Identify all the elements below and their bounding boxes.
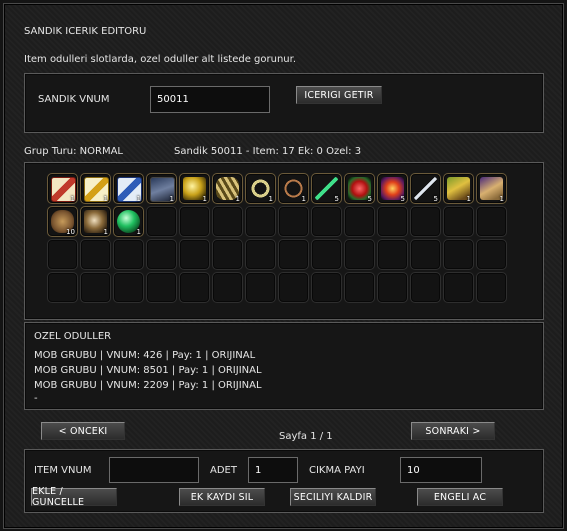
item-count: 1 [499,195,504,203]
item-slot[interactable] [47,272,78,303]
item-slot[interactable]: 1 [179,173,210,204]
chest-summary: Sandik 50011 - Item: 17 Ek: 0 Ozel: 3 [174,146,362,157]
item-slot[interactable] [80,239,111,270]
ozel-line[interactable]: - [34,393,38,404]
vnum-label: SANDIK VNUM [38,94,110,105]
info-text: Item odulleri slotlarda, ozel oduller al… [24,54,296,65]
item-slot[interactable]: 1 [443,173,474,204]
item-slot[interactable]: 1 [113,173,144,204]
item-slot[interactable] [245,239,276,270]
item-slot[interactable] [410,272,441,303]
item-slot[interactable] [278,206,309,237]
item-slot[interactable] [311,206,342,237]
item-count: 1 [70,195,75,203]
item-count: 1 [136,228,141,236]
item-slot[interactable] [443,272,474,303]
item-slot[interactable] [377,206,408,237]
item-slot[interactable]: 5 [344,173,375,204]
item-slot[interactable]: 1 [80,206,111,237]
item-count: 5 [400,195,405,203]
remove-selected-button[interactable]: SECILIYI KALDIR [290,488,376,506]
group-type: Grup Turu: NORMAL [24,146,123,157]
item-slot[interactable] [278,272,309,303]
item-slot-grid: 1 1 1 1 1 1 1 1 5 5 5 5 1 1 10 1 1 [46,172,508,304]
ozel-line[interactable]: MOB GRUBU | VNUM: 2209 | Pay: 1 | ORIJIN… [34,380,262,391]
item-slot[interactable] [443,206,474,237]
item-slot[interactable]: 1 [212,173,243,204]
item-slot[interactable] [311,239,342,270]
item-count: 1 [235,195,240,203]
item-slot[interactable]: 1 [245,173,276,204]
item-slot[interactable] [344,206,375,237]
cikma-input[interactable]: 10 [400,457,482,483]
item-slot[interactable]: 1 [146,173,177,204]
next-page-button[interactable]: SONRAKI > [411,422,495,440]
adet-label: ADET [210,465,237,476]
window-title: SANDIK ICERIK EDITORU [24,26,147,37]
item-slot[interactable]: 5 [410,173,441,204]
item-slot[interactable]: 5 [311,173,342,204]
item-vnum-input[interactable] [109,457,199,483]
item-vnum-label: ITEM VNUM [34,465,92,476]
item-count: 5 [433,195,438,203]
item-slot[interactable] [476,206,507,237]
item-count: 1 [136,195,141,203]
item-slot[interactable] [245,206,276,237]
item-slot[interactable] [212,206,243,237]
item-slot[interactable] [476,272,507,303]
item-slot[interactable] [377,239,408,270]
ozel-line[interactable]: MOB GRUBU | VNUM: 426 | Pay: 1 | ORIJINA… [34,350,255,361]
delete-extra-button[interactable]: EK KAYDI SIL [179,488,265,506]
item-slot[interactable] [113,239,144,270]
item-slot[interactable] [212,239,243,270]
adet-input[interactable]: 1 [248,457,298,483]
item-slot[interactable]: 10 [47,206,78,237]
item-slot[interactable] [377,272,408,303]
ozel-line[interactable]: MOB GRUBU | VNUM: 8501 | Pay: 1 | ORIJIN… [34,365,262,376]
item-slot[interactable] [212,272,243,303]
item-slot[interactable] [311,272,342,303]
item-slot[interactable] [146,272,177,303]
item-slot[interactable] [179,239,210,270]
item-count: 5 [334,195,339,203]
item-count: 1 [268,195,273,203]
item-slot[interactable]: 1 [278,173,309,204]
item-count: 5 [367,195,372,203]
item-slot[interactable] [146,206,177,237]
ozel-title: OZEL ODULLER [34,331,112,342]
item-slot[interactable] [179,206,210,237]
item-count: 1 [103,228,108,236]
page-indicator: Sayfa 1 / 1 [279,431,333,442]
item-slot[interactable] [146,239,177,270]
item-slot[interactable] [410,206,441,237]
item-slot[interactable] [476,239,507,270]
prev-page-button[interactable]: < ONCEKI [41,422,125,440]
item-count: 1 [466,195,471,203]
item-slot[interactable]: 1 [80,173,111,204]
cikma-label: CIKMA PAYI [309,465,365,476]
item-count: 1 [103,195,108,203]
item-count: 1 [202,195,207,203]
item-slot[interactable]: 5 [377,173,408,204]
unblock-button[interactable]: ENGELI AC [417,488,503,506]
get-content-button[interactable]: ICERIGI GETIR [296,86,382,104]
item-slot[interactable]: 1 [476,173,507,204]
item-slot[interactable] [245,272,276,303]
item-slot[interactable]: 1 [47,173,78,204]
vnum-input[interactable]: 50011 [150,86,270,113]
item-slot[interactable]: 1 [113,206,144,237]
item-slot[interactable] [179,272,210,303]
item-slot[interactable] [344,239,375,270]
item-count: 1 [301,195,306,203]
item-count: 10 [66,228,75,236]
item-slot[interactable] [47,239,78,270]
item-slot[interactable] [443,239,474,270]
add-update-button[interactable]: EKLE / GUNCELLE [31,486,117,508]
item-slot[interactable] [278,239,309,270]
item-count: 1 [169,195,174,203]
item-slot[interactable] [80,272,111,303]
item-slot[interactable] [344,272,375,303]
item-slot[interactable] [113,272,144,303]
item-slot[interactable] [410,239,441,270]
